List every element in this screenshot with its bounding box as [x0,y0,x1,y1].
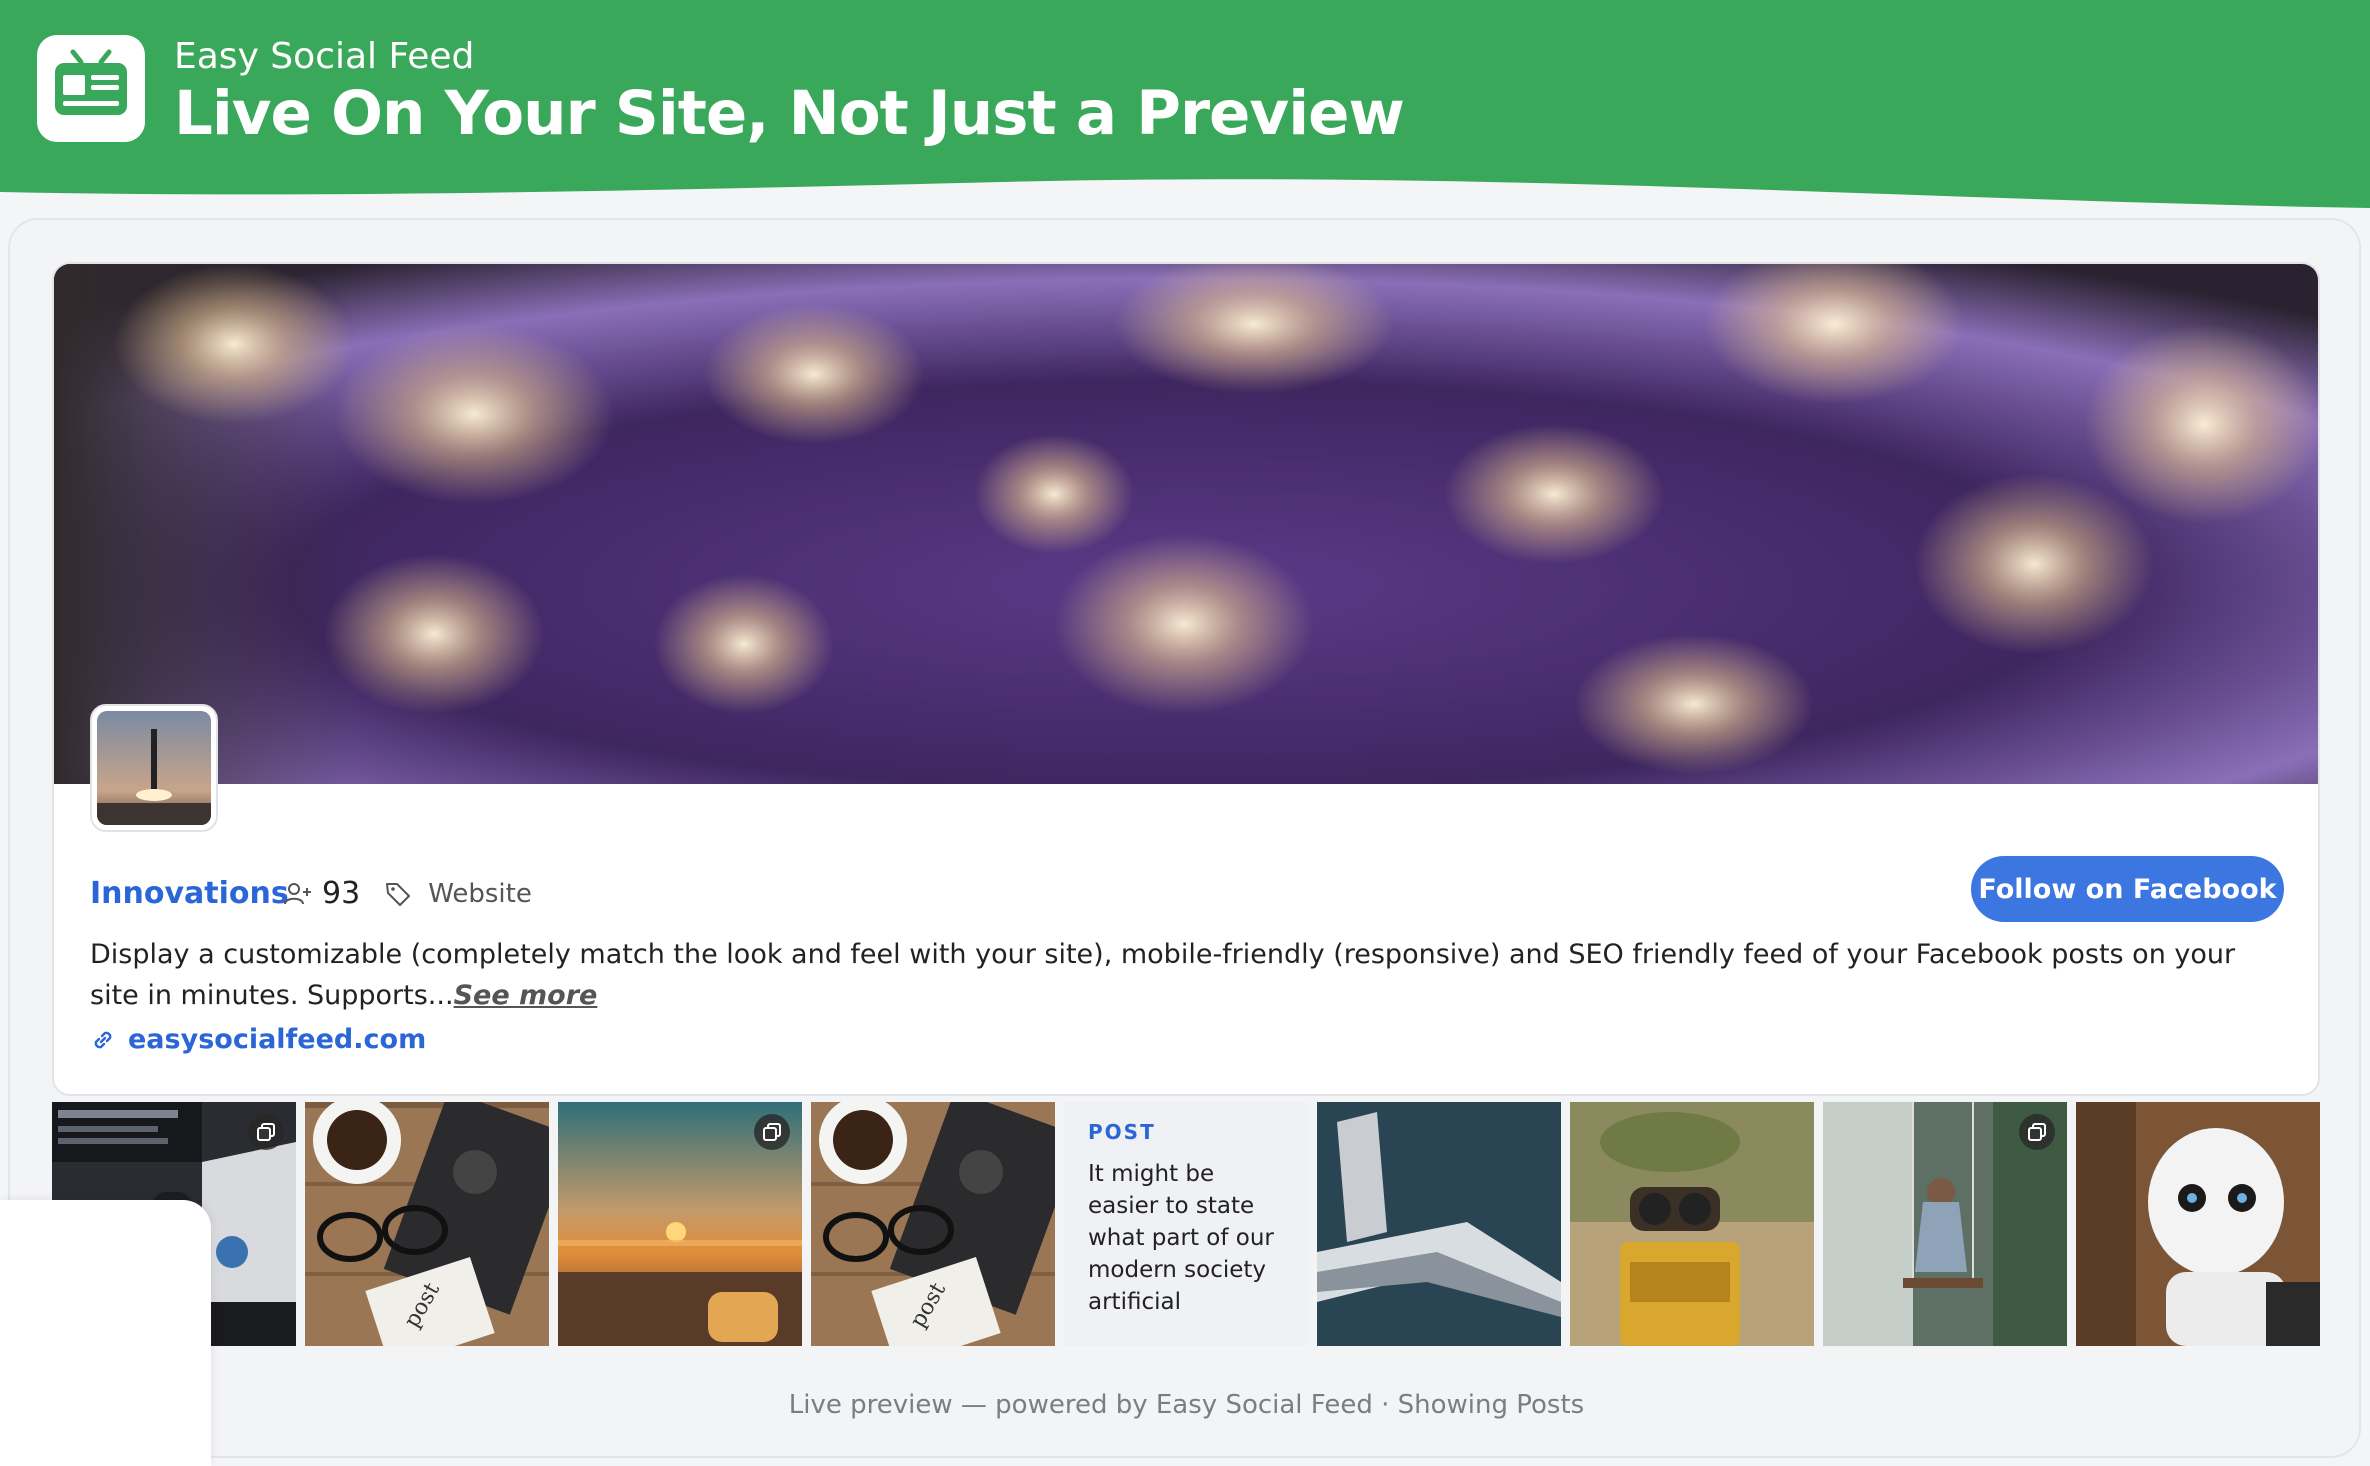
rocket-launch-image [97,711,211,825]
post-thumb-2[interactable]: post [305,1102,549,1346]
multi-photo-icon [754,1114,790,1150]
page-meta: 93 Website [282,876,532,911]
post-thumb-6[interactable] [1317,1102,1561,1346]
post-thumb-4[interactable]: post [811,1102,1055,1346]
post-thumb-5-text[interactable]: POST It might be easier to state what pa… [1064,1102,1308,1346]
post-thumb-8[interactable] [1823,1102,2067,1346]
page-category: Website [428,878,532,909]
see-more-link[interactable]: See more [454,980,598,1011]
preview-frame: Innovations 93 Website Follow on Faceboo… [8,218,2361,1458]
post-thumb-9[interactable] [2076,1102,2320,1346]
link-icon [94,1031,112,1048]
news-tv-icon [55,49,127,115]
follow-on-facebook-button[interactable]: Follow on Facebook [1971,856,2284,922]
followers-icon [284,882,311,904]
floating-panel [0,1200,211,1466]
facebook-page-card: Innovations 93 Website Follow on Faceboo… [52,262,2320,1096]
posts-grid: post post POST It might be easier to sta… [52,1102,2320,1348]
post-type-label: POST [1088,1120,1156,1144]
followers-count: 93 [322,876,361,911]
cover-photo [54,264,2318,784]
page-avatar[interactable] [90,704,218,832]
preview-footer: Live preview — powered by Easy Social Fe… [788,1390,1585,1420]
coffee-glasses-image: post [811,1102,1055,1346]
tag-icon [386,882,411,906]
humanoid-robot-image [2076,1102,2320,1346]
page-about-text: Display a customizable (completely match… [90,939,2236,1011]
app-logo [37,35,145,142]
coffee-glasses-image: post [305,1102,549,1346]
post-excerpt: It might be easier to state what part of… [1088,1161,1274,1315]
post-thumb-7[interactable] [1570,1102,1814,1346]
app-header: Easy Social Feed Live On Your Site, Not … [0,0,2370,210]
brand-name: Easy Social Feed [174,36,475,77]
page-headline: Live On Your Site, Not Just a Preview [174,78,1405,149]
website-link-text[interactable]: easysocialfeed.com [128,1024,426,1055]
futuristic-boat-image [1317,1102,1561,1346]
post-thumb-3[interactable] [558,1102,802,1346]
multi-photo-icon [2019,1114,2055,1150]
robot-figure-image [1570,1102,1814,1346]
page-name[interactable]: Innovations [90,876,289,911]
page-about: Display a customizable (completely match… [90,934,2290,1016]
website-link[interactable]: easysocialfeed.com [90,1024,426,1055]
multi-photo-icon [248,1114,284,1150]
